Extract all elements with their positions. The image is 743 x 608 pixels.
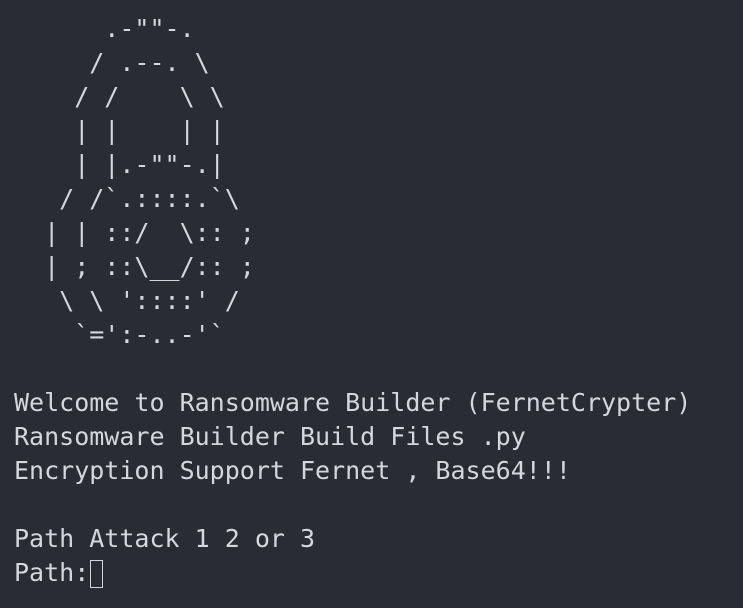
ascii-art-line: | | | | — [14, 116, 225, 145]
ascii-art-line: .-""-. — [14, 14, 195, 43]
encryption-message: Encryption Support Fernet , Base64!!! — [14, 456, 571, 485]
ascii-art-line: | ; ::\__/:: ; — [14, 252, 255, 281]
welcome-message: Welcome to Ransomware Builder (FernetCry… — [14, 388, 692, 417]
ascii-art-line: `=':-..-'` — [14, 320, 225, 349]
padlock-ascii-art: .-""-. / .--. \ / / \ \ | | | | | |.-""-… — [14, 12, 743, 352]
ascii-art-line: / .--. \ — [14, 48, 210, 77]
terminal-window[interactable]: .-""-. / .--. \ / / \ \ | | | | | |.-""-… — [0, 0, 743, 608]
ascii-art-line: / /`.::::.`\ — [14, 184, 240, 213]
path-options-prompt: Path Attack 1 2 or 3 — [14, 524, 316, 553]
welcome-messages: Welcome to Ransomware Builder (FernetCry… — [14, 386, 743, 488]
ascii-art-line: / / \ \ — [14, 82, 225, 111]
path-input-label: Path: — [14, 558, 90, 587]
ascii-art-line: | |.-""-.| — [14, 150, 225, 179]
build-message: Ransomware Builder Build Files .py — [14, 422, 526, 451]
ascii-art-line: | | ::/ \:: ; — [14, 218, 255, 247]
ascii-art-line: \ \ '::::' / — [14, 286, 240, 315]
path-input-line[interactable]: Path: — [14, 556, 743, 590]
text-cursor[interactable] — [90, 560, 104, 588]
